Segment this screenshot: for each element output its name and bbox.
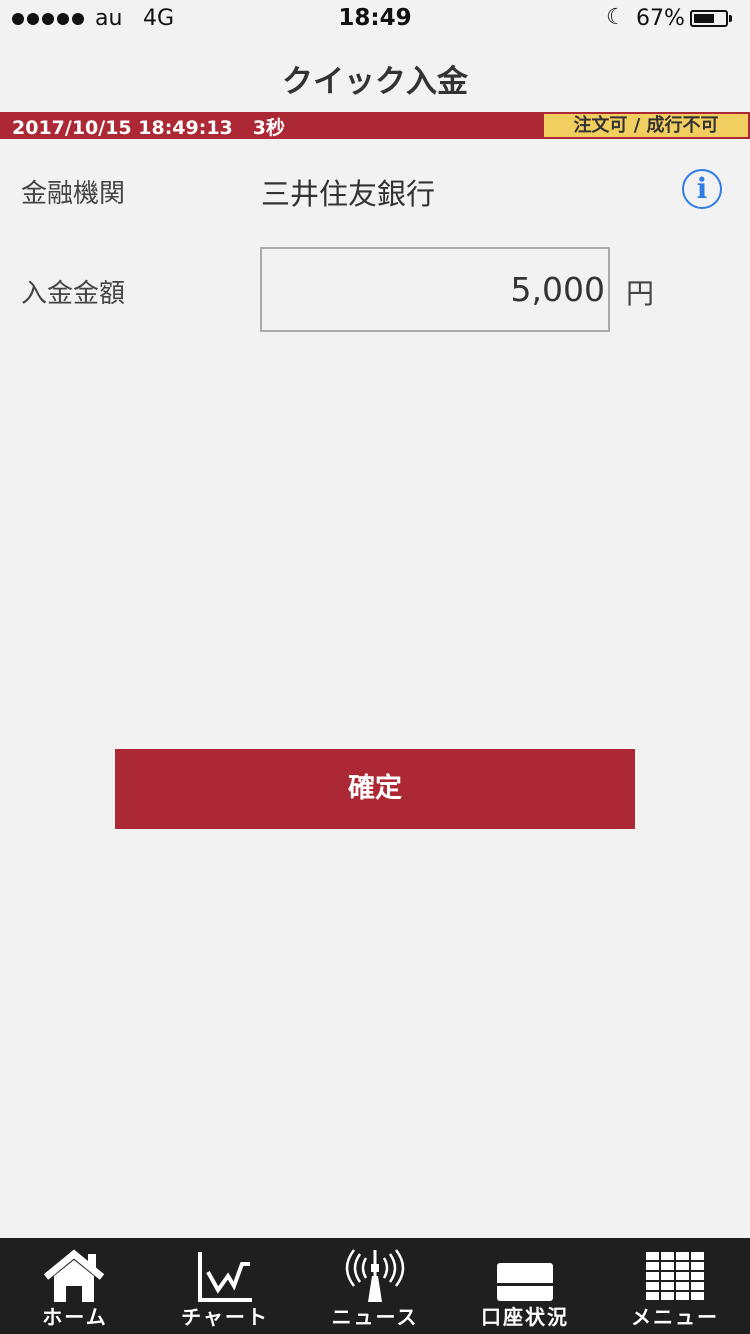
- amount-label: 入金金額: [21, 279, 126, 309]
- tab-menu[interactable]: メニュー: [600, 1238, 750, 1334]
- update-datetime: 2017/10/15 18:49:13 3秒: [12, 113, 285, 140]
- chart-icon: [198, 1252, 252, 1302]
- news-tower-icon: [345, 1249, 405, 1302]
- do-not-disturb-icon: ☾: [606, 5, 626, 30]
- quick-deposit-screen: au 4G 18:49 ☾ 67% クイック入金 2017/10/15 18:4…: [0, 0, 750, 1334]
- tab-home-label: ホーム: [42, 1305, 108, 1329]
- status-bar: au 4G 18:49 ☾ 67%: [0, 0, 750, 40]
- tab-home[interactable]: ホーム: [0, 1238, 150, 1334]
- battery-icon: [690, 10, 732, 27]
- tab-chart[interactable]: チャート: [150, 1238, 300, 1334]
- tab-menu-label: メニュー: [631, 1305, 719, 1329]
- market-status-strip: 2017/10/15 18:49:13 3秒 注文可 / 成行不可: [0, 112, 750, 139]
- tab-account-label: 口座状況: [481, 1305, 569, 1329]
- update-timestamp: 2017/10/15 18:49:13: [12, 117, 233, 139]
- tab-bar: ホーム チャート ニュース 口座状況 メニュー: [0, 1238, 750, 1334]
- confirm-button[interactable]: 確定: [115, 749, 635, 829]
- tab-chart-label: チャート: [181, 1305, 269, 1329]
- bank-label: 金融機関: [21, 179, 126, 209]
- bank-value: 三井住友銀行: [261, 177, 436, 211]
- tab-account[interactable]: 口座状況: [450, 1238, 600, 1334]
- info-icon[interactable]: i: [682, 169, 722, 209]
- menu-grid-icon: [646, 1252, 704, 1300]
- account-card-icon: [497, 1263, 553, 1301]
- deposit-amount-input[interactable]: 5,000: [260, 247, 610, 332]
- battery-percent: 67%: [636, 6, 685, 31]
- order-status-badge: 注文可 / 成行不可: [544, 114, 748, 137]
- refresh-interval: 3秒: [252, 117, 286, 139]
- tab-news[interactable]: ニュース: [300, 1238, 450, 1334]
- tab-news-label: ニュース: [331, 1305, 419, 1329]
- nav-bar: クイック入金: [0, 40, 750, 112]
- page-title: クイック入金: [282, 64, 468, 100]
- amount-unit: 円: [626, 277, 655, 310]
- home-icon: [43, 1249, 105, 1302]
